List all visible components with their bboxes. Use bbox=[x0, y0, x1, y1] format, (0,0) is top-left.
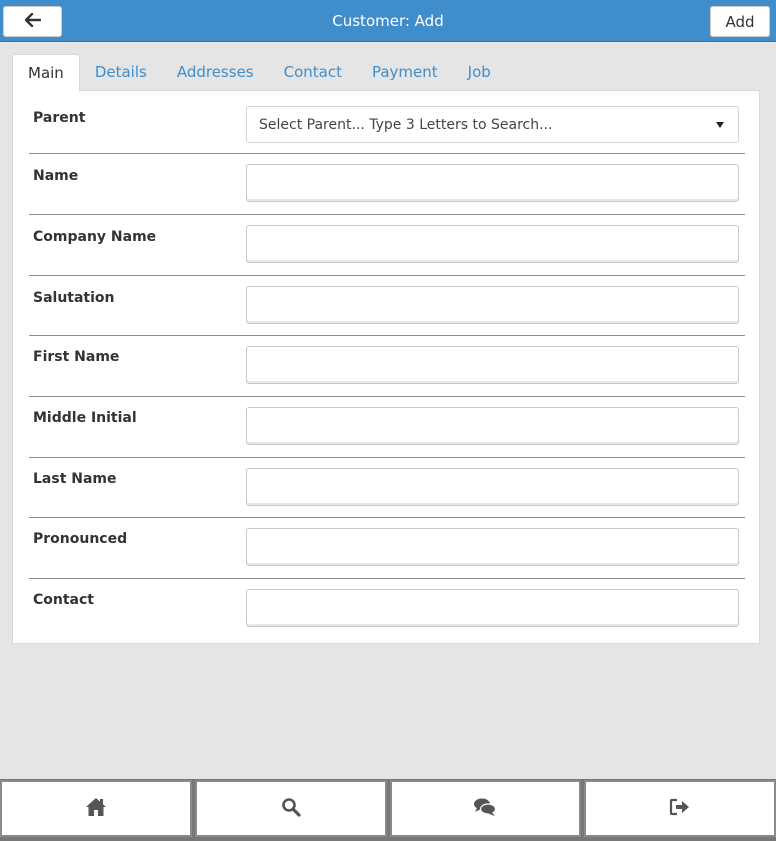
app-header: Customer: Add Add bbox=[0, 0, 776, 42]
tab-job[interactable]: Job bbox=[453, 54, 506, 91]
salutation-label: Salutation bbox=[33, 290, 115, 306]
logout-icon bbox=[669, 798, 691, 820]
form-row-pronounced: Pronounced bbox=[29, 518, 745, 579]
form-row-contact: Contact bbox=[29, 579, 745, 644]
name-label: Name bbox=[33, 168, 79, 184]
parent-select[interactable]: Select Parent... Type 3 Letters to Searc… bbox=[246, 106, 739, 143]
tab-details[interactable]: Details bbox=[80, 54, 162, 91]
caret-down-icon bbox=[716, 122, 724, 128]
chat-button[interactable] bbox=[389, 780, 582, 837]
form-row-last-name: Last Name bbox=[29, 458, 745, 518]
home-icon bbox=[85, 797, 107, 821]
tab-contact[interactable]: Contact bbox=[269, 54, 357, 91]
last-name-label: Last Name bbox=[33, 471, 117, 487]
parent-select-placeholder: Select Parent... Type 3 Letters to Searc… bbox=[259, 116, 553, 133]
contact-input[interactable] bbox=[246, 589, 739, 627]
name-input[interactable] bbox=[246, 164, 739, 202]
home-button[interactable] bbox=[0, 780, 192, 837]
tab-payment[interactable]: Payment bbox=[357, 54, 453, 91]
bottom-nav bbox=[0, 779, 776, 841]
form-row-salutation: Salutation bbox=[29, 276, 745, 336]
form-panel: Parent Select Parent... Type 3 Letters t… bbox=[12, 90, 760, 644]
page-title: Customer: Add bbox=[332, 12, 444, 30]
tab-bar: Main Details Addresses Contact Payment J… bbox=[12, 54, 506, 92]
form-row-company-name: Company Name bbox=[29, 215, 745, 276]
pronounced-label: Pronounced bbox=[33, 531, 128, 547]
form-row-middle-initial: Middle Initial bbox=[29, 397, 745, 458]
add-button[interactable]: Add bbox=[710, 6, 770, 37]
salutation-input[interactable] bbox=[246, 286, 739, 324]
logout-button[interactable] bbox=[584, 780, 776, 837]
contact-label: Contact bbox=[33, 592, 94, 608]
first-name-label: First Name bbox=[33, 349, 120, 365]
form-row-name: Name bbox=[29, 154, 745, 215]
first-name-input[interactable] bbox=[246, 346, 739, 384]
chat-icon bbox=[473, 797, 497, 821]
middle-initial-input[interactable] bbox=[246, 407, 739, 445]
form-row-parent: Parent Select Parent... Type 3 Letters t… bbox=[29, 91, 745, 154]
arrow-left-icon bbox=[24, 12, 41, 31]
company-name-label: Company Name bbox=[33, 229, 157, 245]
company-name-input[interactable] bbox=[246, 225, 739, 263]
tab-addresses[interactable]: Addresses bbox=[162, 54, 269, 91]
tab-main[interactable]: Main bbox=[12, 54, 80, 92]
pronounced-input[interactable] bbox=[246, 528, 739, 566]
form-row-first-name: First Name bbox=[29, 336, 745, 397]
parent-label: Parent bbox=[33, 110, 86, 126]
search-button[interactable] bbox=[194, 780, 387, 837]
middle-initial-label: Middle Initial bbox=[33, 410, 137, 426]
back-button[interactable] bbox=[3, 6, 62, 37]
last-name-input[interactable] bbox=[246, 468, 739, 506]
search-icon bbox=[281, 797, 301, 821]
